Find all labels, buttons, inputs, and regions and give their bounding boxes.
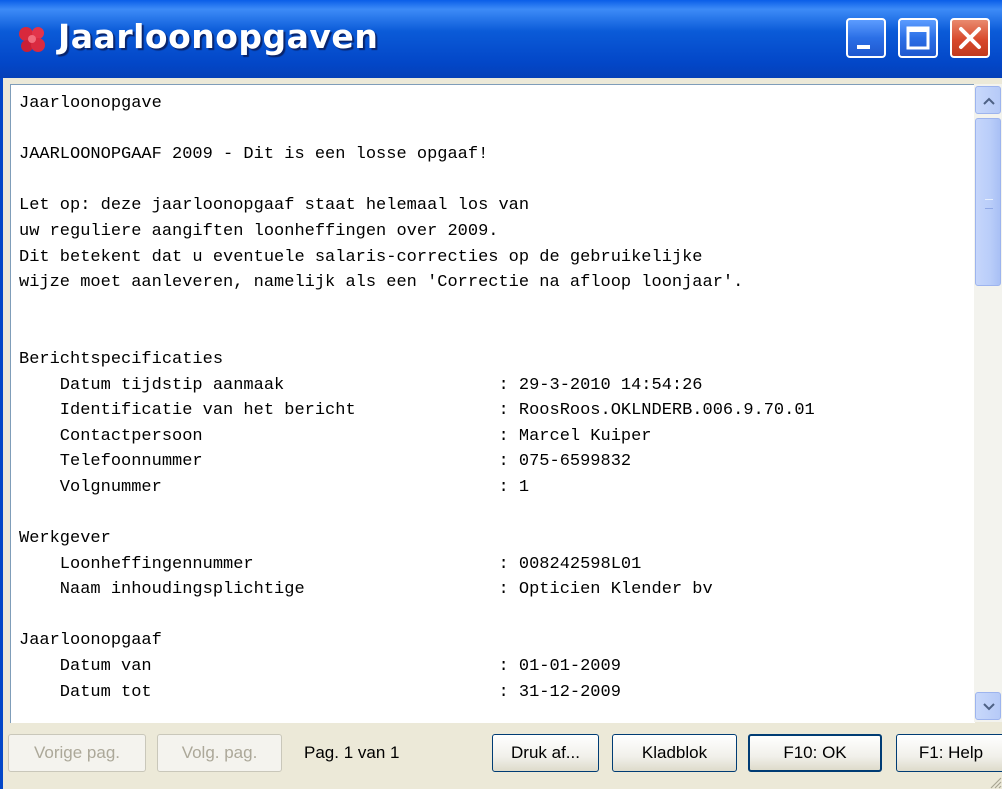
close-button[interactable] bbox=[950, 18, 990, 58]
report-line bbox=[19, 603, 975, 629]
report-line bbox=[19, 501, 975, 527]
chevron-up-icon bbox=[983, 97, 995, 105]
help-button[interactable]: F1: Help bbox=[896, 734, 1002, 772]
report-line: Identificatie van het bericht : RoosRoos… bbox=[19, 401, 815, 421]
notepad-button[interactable]: Kladblok bbox=[612, 734, 737, 772]
report-line bbox=[19, 117, 975, 143]
chevron-down-icon bbox=[983, 703, 995, 711]
report-line: JAARLOONOPGAAF 2009 - Dit is een losse o… bbox=[19, 145, 489, 165]
minimize-icon bbox=[857, 45, 870, 49]
page-indicator: Pag. 1 van 1 bbox=[304, 743, 400, 762]
report-line: Dit betekent dat u eventuele salaris-cor… bbox=[19, 247, 703, 267]
report-line: Datum van : 01-01-2009 bbox=[19, 657, 621, 677]
report-line: Werkgever bbox=[19, 529, 111, 549]
maximize-icon bbox=[906, 26, 930, 50]
report-line: Datum tot : 31-12-2009 bbox=[19, 682, 621, 702]
report-line: uw reguliere aangiften loonheffingen ove… bbox=[19, 221, 499, 241]
vertical-scrollbar[interactable] bbox=[974, 84, 1002, 722]
app-icon bbox=[19, 27, 45, 52]
report-text: Jaarloonopgave JAARLOONOPGAAF 2009 - Dit … bbox=[11, 85, 975, 705]
report-line bbox=[19, 168, 975, 194]
report-line bbox=[19, 296, 975, 322]
title-bar[interactable]: Jaarloonopgaven bbox=[0, 0, 1002, 78]
report-line: wijze moet aanleveren, namelijk als een … bbox=[19, 273, 744, 293]
resize-grip-icon[interactable] bbox=[988, 775, 1002, 789]
next-page-button[interactable]: Volg. pag. bbox=[157, 734, 282, 772]
scroll-grip-icon bbox=[985, 199, 993, 209]
report-line: Telefoonnummer : 075-6599832 bbox=[19, 452, 632, 472]
previous-page-button[interactable]: Vorige pag. bbox=[8, 734, 146, 772]
scroll-up-button[interactable] bbox=[975, 86, 1001, 114]
report-line: Naam inhoudingsplichtige : Opticien Klen… bbox=[19, 580, 713, 600]
ok-button[interactable]: F10: OK bbox=[748, 734, 882, 772]
scroll-down-button[interactable] bbox=[975, 692, 1001, 720]
maximize-button[interactable] bbox=[898, 18, 938, 58]
print-button[interactable]: Druk af... bbox=[492, 734, 599, 772]
window-title: Jaarloonopgaven bbox=[58, 17, 379, 56]
report-line: Datum tijdstip aanmaak : 29-3-2010 14:54… bbox=[19, 375, 703, 395]
report-line: Let op: deze jaarloonopgaaf staat helema… bbox=[19, 196, 530, 216]
report-line: Berichtspecificaties bbox=[19, 349, 224, 369]
report-line: Contactpersoon : Marcel Kuiper bbox=[19, 426, 652, 446]
report-line bbox=[19, 321, 975, 347]
report-line: Volgnummer : 1 bbox=[19, 477, 530, 497]
report-line: Jaarloonopgaaf bbox=[19, 631, 162, 651]
scroll-thumb[interactable] bbox=[975, 118, 1001, 286]
report-text-area[interactable]: Jaarloonopgave JAARLOONOPGAAF 2009 - Dit … bbox=[10, 84, 975, 723]
report-line: Jaarloonopgave bbox=[19, 94, 162, 113]
report-line: Loonheffingennummer : 008242598L01 bbox=[19, 554, 642, 574]
close-icon bbox=[959, 27, 981, 49]
minimize-button[interactable] bbox=[846, 18, 886, 58]
